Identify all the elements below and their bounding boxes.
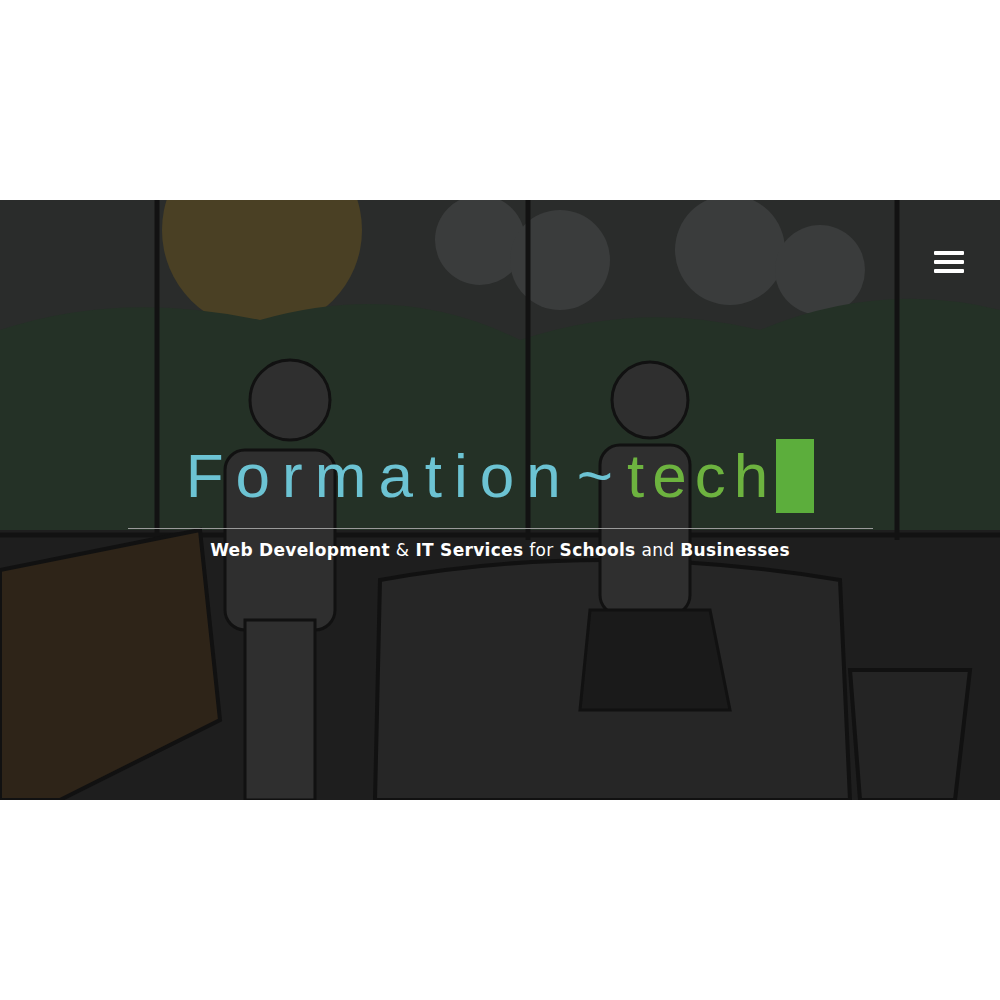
title-main: Formation: [186, 438, 573, 514]
title-separator: ~: [577, 438, 613, 514]
tagline-word: for: [529, 537, 553, 563]
hero-content: Formation ~ tech Web Development&IT Serv…: [128, 438, 873, 563]
site-title: Formation ~ tech: [186, 438, 815, 514]
page: Formation ~ tech Web Development&IT Serv…: [0, 0, 1000, 1000]
hero: Formation ~ tech Web Development&IT Serv…: [0, 200, 1000, 800]
top-band: [0, 0, 1000, 200]
title-accent: tech: [627, 438, 776, 514]
tagline-word: &: [396, 537, 410, 563]
cursor-block: [776, 439, 814, 513]
tagline-word: Schools: [560, 537, 636, 563]
hamburger-icon: [934, 250, 964, 274]
bottom-band: [0, 800, 1000, 1000]
menu-button[interactable]: [934, 250, 964, 274]
tagline-word: Web Development: [210, 537, 390, 563]
tagline-word: and: [641, 537, 674, 563]
tagline-word: Businesses: [680, 537, 790, 563]
divider: [128, 528, 873, 529]
tagline-word: IT Services: [415, 537, 523, 563]
tagline: Web Development&IT Servicesfor Schoolsand…: [210, 537, 790, 563]
